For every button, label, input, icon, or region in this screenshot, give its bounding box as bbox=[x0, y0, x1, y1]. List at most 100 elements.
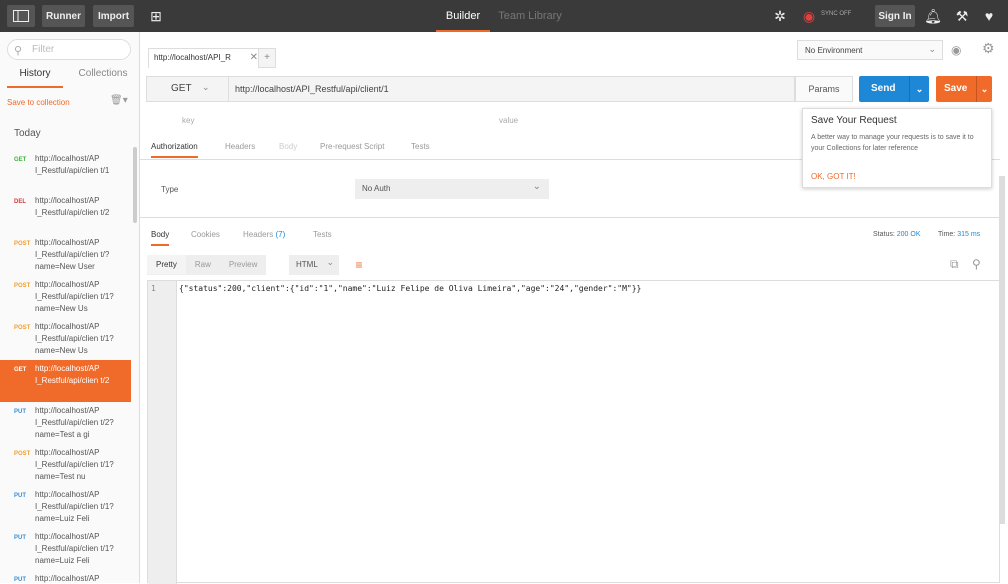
tab-body[interactable]: Body bbox=[279, 142, 297, 151]
tab-builder[interactable]: Builder bbox=[436, 0, 490, 32]
list-item[interactable]: POST http://localhost/AP I_Restful/api/cl… bbox=[0, 234, 131, 276]
sync-status: SYNC OFF bbox=[821, 11, 852, 17]
eye-icon[interactable]: ◉ bbox=[951, 43, 961, 57]
auth-type-label: Type bbox=[161, 185, 179, 194]
tab-headers[interactable]: Headers bbox=[225, 142, 255, 151]
method-badge: POST bbox=[14, 451, 31, 457]
list-item[interactable]: GET http://localhost/AP I_Restful/api/cli… bbox=[0, 360, 131, 402]
chevron-down-icon: ⌄ bbox=[532, 181, 541, 192]
method-badge: PUT bbox=[14, 535, 26, 541]
method-badge: PUT bbox=[14, 493, 26, 499]
history-url: http://localhost/AP I_Restful/api/clien … bbox=[35, 532, 114, 565]
sidebar-toggle-button[interactable] bbox=[7, 5, 35, 27]
tab-team-library[interactable]: Team Library bbox=[497, 0, 563, 32]
close-icon[interactable]: ✕ bbox=[250, 52, 258, 63]
method-badge: DEL bbox=[14, 199, 26, 205]
tooltip-dismiss-link[interactable]: OK, GOT IT! bbox=[811, 172, 856, 181]
response-status: Status: 200 OK bbox=[873, 231, 921, 238]
tab-collections[interactable]: Collections bbox=[70, 68, 136, 88]
request-tab[interactable]: http://localhost/API_R ✕ bbox=[148, 48, 264, 68]
history-url: http://localhost/AP bbox=[35, 574, 100, 583]
tab-response-headers[interactable]: Headers (7) bbox=[243, 230, 285, 239]
method-badge: POST bbox=[14, 241, 31, 247]
runner-button[interactable]: Runner bbox=[42, 5, 85, 27]
chevron-down-icon: ⌄ bbox=[326, 257, 334, 267]
method-badge: POST bbox=[14, 283, 31, 289]
list-item[interactable]: POST http://localhost/AP I_Restful/api/cl… bbox=[0, 318, 131, 360]
import-button[interactable]: Import bbox=[93, 5, 134, 27]
notifications-icon[interactable]: 🔔︎ bbox=[923, 6, 943, 26]
response-editor[interactable]: 1 {"status":200,"client":{"id":"1","name… bbox=[147, 280, 1000, 584]
history-url: http://localhost/AP I_Restful/api/clien … bbox=[35, 238, 110, 271]
heart-icon[interactable]: ♥ bbox=[979, 6, 999, 26]
list-item[interactable]: PUT http://localhost/AP I_Restful/api/cli… bbox=[0, 486, 131, 528]
history-url: http://localhost/AP I_Restful/api/clien … bbox=[35, 490, 114, 523]
tab-tests[interactable]: Tests bbox=[411, 142, 430, 151]
main-scrollbar[interactable] bbox=[999, 176, 1005, 524]
history-url: http://localhost/AP I_Restful/api/clien … bbox=[35, 154, 110, 175]
list-item[interactable]: PUT http://localhost/AP I_Restful/api/cli… bbox=[0, 528, 131, 570]
environment-select[interactable]: No Environment ⌄ bbox=[797, 40, 943, 60]
method-select[interactable]: GET ⌄ bbox=[147, 77, 229, 101]
wrap-lines-icon[interactable]: ≡ bbox=[349, 255, 369, 275]
copy-icon[interactable]: ⧉ bbox=[950, 257, 959, 272]
trash-icon[interactable]: 🗑︎▾ bbox=[110, 95, 128, 106]
history-url: http://localhost/AP I_Restful/api/clien … bbox=[35, 448, 114, 481]
list-item[interactable]: POST http://localhost/AP I_Restful/api/cl… bbox=[0, 444, 131, 486]
line-number: 1 bbox=[151, 284, 156, 293]
sync-icon[interactable]: ◉ bbox=[799, 6, 819, 26]
chevron-down-icon: ⌄ bbox=[202, 82, 210, 92]
auth-type-select[interactable]: No Auth ⌄ bbox=[355, 179, 549, 199]
history-url: http://localhost/AP I_Restful/api/clien … bbox=[35, 406, 114, 439]
tab-history[interactable]: History bbox=[7, 68, 63, 88]
new-tab-button[interactable]: + bbox=[258, 48, 276, 68]
new-window-icon[interactable]: ⊞ bbox=[146, 6, 166, 26]
tab-authorization[interactable]: Authorization bbox=[151, 142, 198, 158]
filter-input[interactable]: ⚲ Filter bbox=[7, 39, 131, 60]
key-input[interactable]: key bbox=[182, 116, 194, 125]
main-panel: http://localhost/API_R ✕ + No Environmen… bbox=[140, 32, 1008, 584]
list-item[interactable]: PUT http://localhost/AP I_Restful/api/cli… bbox=[0, 402, 131, 444]
method-badge: PUT bbox=[14, 577, 26, 583]
format-raw[interactable]: Raw bbox=[186, 255, 220, 274]
save-dropdown-icon[interactable]: ⌄ bbox=[976, 76, 992, 102]
response-body-code[interactable]: {"status":200,"client":{"id":"1","name":… bbox=[179, 284, 641, 293]
params-button[interactable]: Params bbox=[795, 76, 853, 102]
history-list: GET http://localhost/AP I_Restful/api/cli… bbox=[0, 150, 131, 583]
gear-icon[interactable]: ⚙ bbox=[982, 40, 995, 57]
list-item[interactable]: GET http://localhost/AP I_Restful/api/cli… bbox=[0, 150, 131, 192]
send-button[interactable]: Send ⌄ bbox=[859, 76, 929, 102]
tab-cookies[interactable]: Cookies bbox=[191, 230, 220, 239]
list-item[interactable]: POST http://localhost/AP I_Restful/api/cl… bbox=[0, 276, 131, 318]
history-url: http://localhost/AP I_Restful/api/clien … bbox=[35, 364, 110, 385]
method-badge: GET bbox=[14, 157, 27, 163]
response-time: Time: 315 ms bbox=[938, 231, 981, 238]
interceptor-icon[interactable]: ✲ bbox=[770, 6, 790, 26]
sidebar-scrollbar[interactable] bbox=[133, 147, 137, 223]
format-pretty[interactable]: Pretty bbox=[147, 255, 186, 274]
method-badge: POST bbox=[14, 325, 31, 331]
save-to-collection-link[interactable]: Save to collection bbox=[7, 98, 70, 107]
tab-pre-request-script[interactable]: Pre-request Script bbox=[320, 142, 384, 151]
send-dropdown-icon[interactable]: ⌄ bbox=[909, 76, 929, 102]
search-icon[interactable]: ⚲ bbox=[972, 257, 981, 271]
method-badge: GET bbox=[14, 367, 27, 373]
list-item[interactable]: DEL http://localhost/AP I_Restful/api/cli… bbox=[0, 192, 131, 234]
format-preview[interactable]: Preview bbox=[220, 255, 266, 274]
settings-wrench-icon[interactable]: ⚒ bbox=[952, 6, 972, 26]
value-input[interactable]: value bbox=[499, 116, 518, 125]
sign-in-button[interactable]: Sign In bbox=[875, 5, 915, 27]
history-url: http://localhost/AP I_Restful/api/clien … bbox=[35, 196, 110, 217]
url-input[interactable]: http://localhost/API_Restful/api/client/… bbox=[235, 84, 389, 94]
list-item[interactable]: PUT http://localhost/AP bbox=[0, 570, 131, 583]
history-date-heading: Today bbox=[14, 128, 41, 139]
save-request-tooltip: Save Your Request A better way to manage… bbox=[802, 108, 992, 188]
language-select[interactable]: HTML ⌄ bbox=[289, 255, 339, 275]
tab-response-tests[interactable]: Tests bbox=[313, 230, 332, 239]
tooltip-title: Save Your Request bbox=[811, 115, 897, 126]
method-badge: PUT bbox=[14, 409, 26, 415]
save-button[interactable]: Save ⌄ bbox=[936, 76, 992, 102]
tab-response-body[interactable]: Body bbox=[151, 230, 170, 246]
chevron-down-icon: ⌄ bbox=[928, 44, 936, 54]
top-bar: Runner Import ⊞ Builder Team Library ✲ ◉… bbox=[0, 0, 1008, 32]
